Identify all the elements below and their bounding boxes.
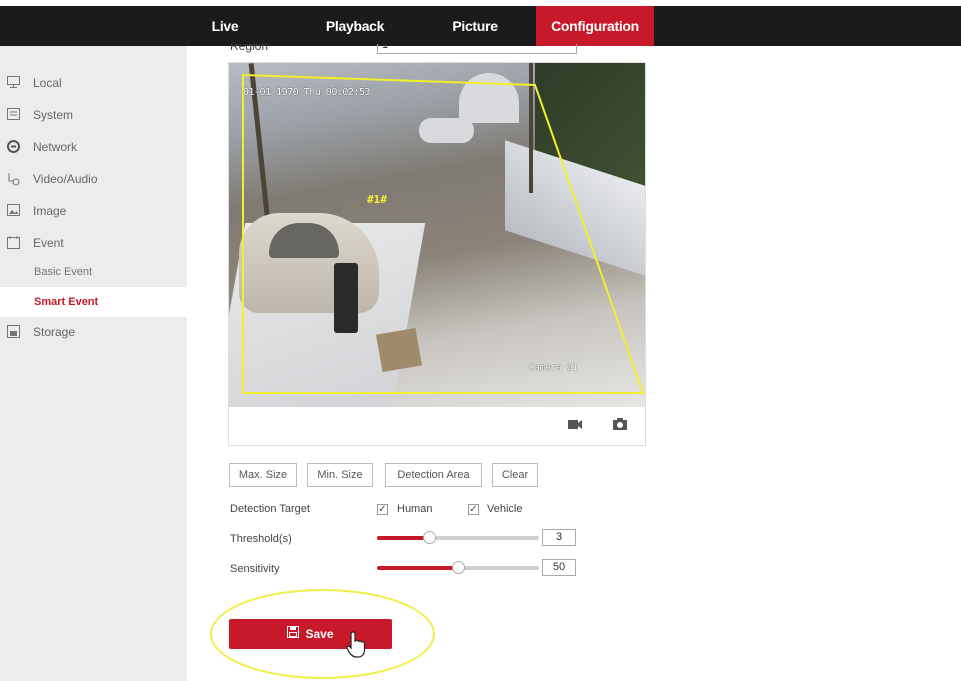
video-panel: 01-01-1970 Thu 00:02:53 #1# Camera 01 xyxy=(228,62,646,446)
sidebar-item-event[interactable]: Event xyxy=(0,228,187,258)
event-icon xyxy=(7,236,20,249)
sidebar-item-label: Image xyxy=(33,204,67,218)
vehicle-label: Vehicle xyxy=(487,503,523,515)
nav-live-view[interactable]: Live View xyxy=(195,6,255,74)
nav-playback[interactable]: Playback xyxy=(320,6,390,46)
threshold-label: Threshold(s) xyxy=(230,533,292,545)
sensitivity-value-field[interactable]: 50 xyxy=(542,559,576,576)
hand-cursor-icon xyxy=(346,630,368,660)
sidebar-item-image[interactable]: Image xyxy=(0,196,187,226)
top-navigation-bar: Live View Playback Picture Configuration xyxy=(0,6,961,74)
human-label: Human xyxy=(397,503,433,515)
detection-target-label: Detection Target xyxy=(230,503,310,515)
min-size-button[interactable]: Min. Size xyxy=(307,463,373,487)
osd-timestamp: 01-01-1970 Thu 00:02:53 xyxy=(243,87,370,98)
record-icon[interactable] xyxy=(566,417,584,435)
detection-area-button[interactable]: Detection Area xyxy=(385,463,482,487)
sidebar-item-label: System xyxy=(33,108,74,122)
sidebar-item-storage[interactable]: Storage xyxy=(0,317,187,347)
camera-icon[interactable] xyxy=(611,417,629,435)
save-label: Save xyxy=(305,627,334,641)
network-icon xyxy=(7,140,20,153)
image-icon xyxy=(7,204,20,216)
monitor-icon xyxy=(7,76,20,88)
sidebar-subitem-label: Basic Event xyxy=(34,266,93,278)
nav-picture[interactable]: Picture xyxy=(445,6,505,46)
detection-region-outline[interactable] xyxy=(229,63,645,407)
storage-icon xyxy=(7,325,20,338)
sidebar-item-network[interactable]: Network xyxy=(0,132,187,162)
video-audio-icon xyxy=(7,172,20,186)
sidebar-item-label: Network xyxy=(33,140,78,154)
sidebar-item-label: Event xyxy=(33,236,64,250)
vehicle-checkbox[interactable]: ✓ xyxy=(468,504,479,515)
system-icon xyxy=(7,108,20,120)
osd-camera-name: Camera 01 xyxy=(529,363,578,373)
save-icon xyxy=(287,619,300,649)
sidebar-subitem-label: Smart Event xyxy=(34,296,99,308)
nav-configuration[interactable]: Configuration xyxy=(536,6,654,46)
max-size-button[interactable]: Max. Size xyxy=(229,463,297,487)
sidebar-item-system[interactable]: System xyxy=(0,100,187,130)
clear-button[interactable]: Clear xyxy=(492,463,538,487)
sensitivity-slider-fill xyxy=(377,566,458,570)
region-select[interactable]: 1 xyxy=(377,44,577,54)
sidebar-subitem-smart-event[interactable]: Smart Event xyxy=(0,287,187,317)
osd-region-tag: #1# xyxy=(367,193,387,206)
live-video[interactable]: 01-01-1970 Thu 00:02:53 #1# Camera 01 xyxy=(229,63,645,407)
threshold-slider[interactable] xyxy=(377,531,539,544)
sidebar-item-label: Storage xyxy=(33,325,76,339)
sidebar-item-video-audio[interactable]: Video/Audio xyxy=(0,164,187,194)
threshold-value-field[interactable]: 3 xyxy=(542,529,576,546)
sidebar-subitem-basic-event[interactable]: Basic Event xyxy=(0,257,187,287)
sidebar-item-label: Video/Audio xyxy=(33,172,98,186)
threshold-slider-fill xyxy=(377,536,429,540)
sidebar-item-local[interactable]: Local xyxy=(0,68,187,98)
sidebar: Local System Network Video/Audio Image E… xyxy=(0,46,187,681)
sensitivity-slider-thumb[interactable] xyxy=(452,561,465,574)
sidebar-item-label: Local xyxy=(33,76,62,90)
threshold-slider-thumb[interactable] xyxy=(422,531,436,544)
sensitivity-label: Sensitivity xyxy=(230,563,280,575)
sensitivity-slider[interactable] xyxy=(377,561,539,574)
video-toolbar xyxy=(229,407,645,445)
region-label: Region xyxy=(230,44,269,53)
human-checkbox[interactable]: ✓ xyxy=(377,504,388,515)
